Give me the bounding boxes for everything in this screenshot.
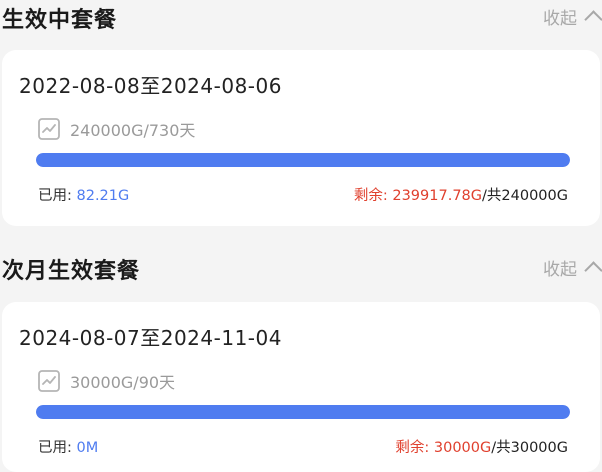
remaining-amount: 剩余: 30000G/共30000G	[395, 436, 568, 457]
active-package-section: 生效中套餐 收起	[0, 2, 602, 42]
quota-row: 30000G/90天	[37, 369, 175, 393]
total-value: /共240000G	[482, 188, 568, 204]
collapse-button[interactable]: 收起	[543, 4, 602, 29]
used-amount: 已用: 82.21G	[38, 184, 129, 205]
total-value: /共30000G	[491, 440, 568, 456]
usage-progress-bar	[36, 153, 570, 167]
section-title: 生效中套餐	[2, 8, 118, 33]
package-card: 2022-08-08至2024-08-06 240000G/730天 已用: 8…	[2, 50, 600, 226]
used-label: 已用:	[38, 188, 77, 204]
remaining-value: 剩余: 239917.78G	[353, 188, 483, 204]
used-value: 0M	[76, 440, 99, 456]
usage-progress-fill	[36, 153, 570, 167]
quota-row: 240000G/730天	[37, 117, 195, 141]
used-amount: 已用: 0M	[38, 436, 98, 457]
usage-progress-fill	[36, 405, 570, 419]
validity-period: 2022-08-08至2024-08-06	[19, 74, 282, 98]
collapse-button[interactable]: 收起	[543, 255, 602, 280]
quota-text: 30000G/90天	[70, 373, 176, 392]
trend-chart-icon	[38, 118, 60, 140]
usage-progress-bar	[36, 405, 570, 419]
collapse-label: 收起	[543, 9, 577, 29]
section-header: 生效中套餐 收起	[0, 2, 602, 42]
next-month-package-section: 次月生效套餐 收起	[0, 253, 602, 293]
quota-text: 240000G/730天	[70, 121, 196, 140]
remaining-amount: 剩余: 239917.78G/共240000G	[354, 184, 568, 205]
chevron-up-icon	[584, 10, 602, 29]
used-label: 已用:	[38, 440, 77, 456]
section-title: 次月生效套餐	[2, 259, 141, 284]
remaining-value: 剩余: 30000G	[395, 440, 492, 456]
collapse-label: 收起	[543, 260, 577, 280]
used-value: 82.21G	[76, 188, 130, 204]
package-card: 2024-08-07至2024-11-04 30000G/90天 已用: 0M …	[2, 302, 600, 472]
validity-period: 2024-08-07至2024-11-04	[19, 326, 282, 350]
section-header: 次月生效套餐 收起	[0, 253, 602, 293]
chevron-up-icon	[584, 261, 602, 280]
trend-chart-icon	[38, 370, 60, 392]
